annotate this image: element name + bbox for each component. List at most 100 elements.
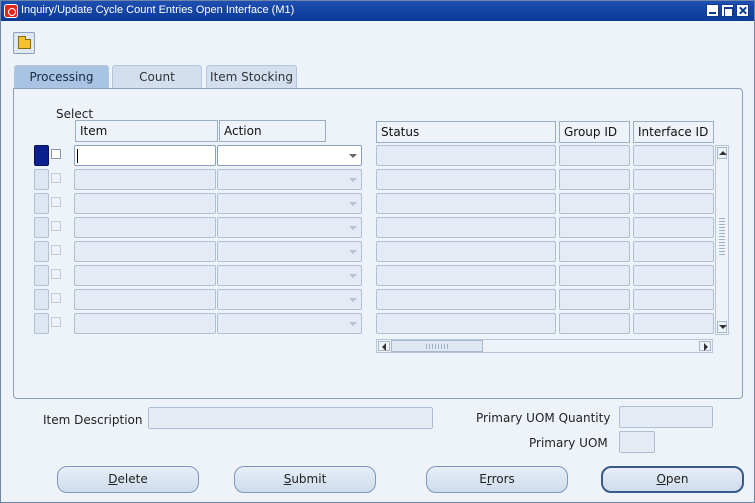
dropdown-arrow-icon[interactable] [349, 178, 357, 182]
status-field[interactable] [376, 217, 556, 238]
close-icon[interactable] [736, 4, 749, 17]
errors-button[interactable]: Errors [426, 466, 568, 493]
scroll-thumb[interactable] [391, 340, 483, 352]
horizontal-scrollbar[interactable] [376, 339, 713, 353]
open-folder-icon [18, 36, 31, 49]
tab-label: Processing [29, 70, 94, 84]
interface-id-field[interactable] [633, 193, 714, 214]
open-button[interactable]: Open [601, 466, 744, 493]
interface-id-field[interactable] [633, 169, 714, 190]
primary-uom-quantity-field[interactable] [619, 406, 713, 428]
tab-item-stocking[interactable]: Item Stocking [206, 65, 297, 88]
row-selector[interactable] [34, 217, 49, 238]
select-checkbox[interactable] [51, 293, 61, 303]
item-field[interactable] [74, 313, 216, 334]
item-field[interactable] [74, 193, 216, 214]
action-select[interactable] [217, 313, 362, 334]
group-id-field[interactable] [559, 193, 630, 214]
select-checkbox[interactable] [51, 245, 61, 255]
group-id-field[interactable] [559, 313, 630, 334]
row-selector[interactable] [34, 313, 49, 334]
item-field[interactable] [74, 289, 216, 310]
scroll-up-icon[interactable] [717, 147, 727, 159]
group-id-field[interactable] [559, 289, 630, 310]
scroll-grip-icon[interactable] [719, 216, 725, 256]
open-folder-button[interactable] [13, 32, 35, 54]
primary-uom-label: Primary UOM [529, 436, 608, 450]
action-select[interactable] [217, 241, 362, 262]
dropdown-arrow-icon[interactable] [349, 298, 357, 302]
select-checkbox[interactable] [51, 149, 61, 159]
status-field[interactable] [376, 169, 556, 190]
group-id-field[interactable] [559, 145, 630, 166]
dropdown-arrow-icon[interactable] [349, 322, 357, 326]
row-selector[interactable] [34, 289, 49, 310]
row-selector[interactable] [34, 145, 49, 166]
dropdown-arrow-icon[interactable] [349, 226, 357, 230]
interface-id-field[interactable] [633, 145, 714, 166]
vertical-scrollbar[interactable] [715, 145, 729, 335]
tab-processing[interactable]: Processing [14, 65, 109, 89]
mnemonic: O [656, 472, 666, 486]
item-field[interactable] [74, 265, 216, 286]
group-id-field[interactable] [559, 169, 630, 190]
action-select[interactable] [217, 217, 362, 238]
group-id-field[interactable] [559, 241, 630, 262]
select-checkbox[interactable] [51, 197, 61, 207]
text-caret [77, 149, 78, 163]
row-selector[interactable] [34, 265, 49, 286]
column-header-status: Status [376, 121, 556, 143]
app-icon [4, 4, 18, 18]
status-field[interactable] [376, 241, 556, 262]
status-field[interactable] [376, 289, 556, 310]
action-select[interactable] [217, 169, 362, 190]
button-label: E [479, 472, 487, 486]
scroll-left-icon[interactable] [378, 341, 390, 351]
scroll-right-icon[interactable] [699, 341, 711, 351]
mnemonic: D [108, 472, 118, 486]
item-field[interactable] [74, 169, 216, 190]
interface-id-field[interactable] [633, 313, 714, 334]
column-header-interface-id: Interface ID [633, 121, 714, 143]
item-field[interactable] [74, 145, 216, 166]
interface-id-field[interactable] [633, 217, 714, 238]
item-description-field[interactable] [148, 407, 433, 429]
row-selector[interactable] [34, 169, 49, 190]
interface-id-field[interactable] [633, 289, 714, 310]
dropdown-arrow-icon[interactable] [349, 250, 357, 254]
action-select[interactable] [217, 193, 362, 214]
select-checkbox[interactable] [51, 269, 61, 279]
item-field[interactable] [74, 241, 216, 262]
interface-id-field[interactable] [633, 241, 714, 262]
minimize-icon[interactable] [706, 4, 719, 17]
button-label: ubmit [291, 472, 327, 486]
select-checkbox[interactable] [51, 317, 61, 327]
status-field[interactable] [376, 313, 556, 334]
maximize-icon[interactable] [721, 4, 734, 17]
dropdown-arrow-icon[interactable] [349, 154, 357, 158]
tab-count[interactable]: Count [112, 65, 202, 88]
item-field[interactable] [74, 217, 216, 238]
column-header-item: Item [75, 120, 218, 142]
row-selector[interactable] [34, 241, 49, 262]
select-checkbox[interactable] [51, 173, 61, 183]
row-selector[interactable] [34, 193, 49, 214]
title-bar: Inquiry/Update Cycle Count Entries Open … [1, 1, 754, 21]
scroll-down-icon[interactable] [717, 321, 727, 333]
dropdown-arrow-icon[interactable] [349, 274, 357, 278]
dropdown-arrow-icon[interactable] [349, 202, 357, 206]
action-select[interactable] [217, 145, 362, 166]
status-field[interactable] [376, 145, 556, 166]
group-id-field[interactable] [559, 217, 630, 238]
status-field[interactable] [376, 265, 556, 286]
action-select[interactable] [217, 265, 362, 286]
delete-button[interactable]: Delete [57, 466, 199, 493]
action-select[interactable] [217, 289, 362, 310]
interface-id-field[interactable] [633, 265, 714, 286]
submit-button[interactable]: Submit [234, 466, 376, 493]
column-header-action: Action [219, 120, 326, 142]
select-checkbox[interactable] [51, 221, 61, 231]
primary-uom-field[interactable] [619, 431, 655, 453]
group-id-field[interactable] [559, 265, 630, 286]
status-field[interactable] [376, 193, 556, 214]
